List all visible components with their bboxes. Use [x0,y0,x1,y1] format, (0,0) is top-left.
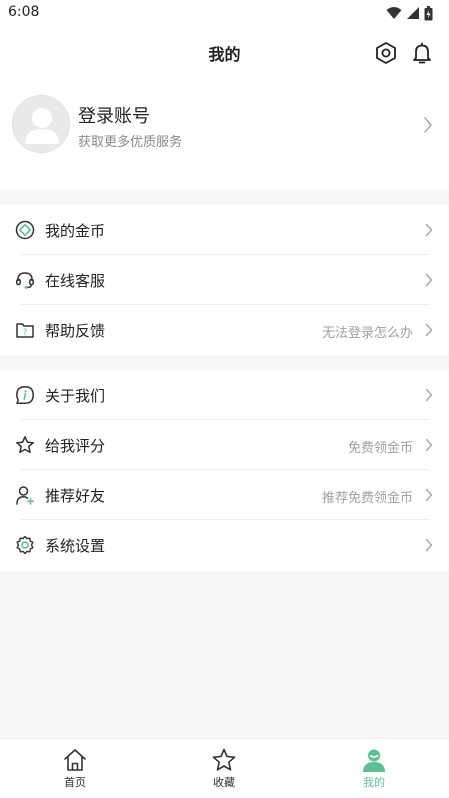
coin-icon [14,219,36,241]
login-profile-card[interactable]: 登录账号 获取更多优质服务 [0,80,449,190]
chevron-right-icon [424,117,432,133]
menu-item-label: 帮助反馈 [45,322,106,340]
menu-item-coins[interactable]: 我的金币 [0,205,449,255]
avatar [12,95,70,153]
tab-label: 首页 [64,776,86,789]
settings-button[interactable] [373,40,399,66]
svg-text:?: ? [23,328,28,338]
notification-button[interactable] [409,40,435,66]
tab-label: 我的 [363,776,385,789]
chevron-right-icon [425,388,433,402]
tab-favorites[interactable]: 收藏 [184,747,264,793]
login-account-title: 登录账号 [78,106,150,127]
headset-icon [14,269,36,291]
status-time: 6:08 [8,4,40,20]
chevron-right-icon [425,538,433,552]
home-icon [64,749,86,771]
chevron-right-icon [425,438,433,452]
bottom-tab-bar: 首页 收藏 我的 [0,738,449,798]
info-icon [14,384,36,406]
menu-group-wallet: 我的金币 在线客服 ? 帮助反馈 无法登录怎么办 [0,205,449,355]
chevron-right-icon [425,488,433,502]
star-icon [212,748,236,771]
menu-item-settings[interactable]: 系统设置 [0,520,449,570]
menu-item-label: 推荐好友 [45,487,106,505]
menu-group-general: 关于我们 给我评分 免费领金币 推荐好友 推荐免费领金币 系统设置 [0,370,449,570]
star-icon [14,434,36,456]
menu-item-feedback[interactable]: ? 帮助反馈 无法登录怎么办 [0,305,449,355]
status-icons [386,5,433,21]
gear-icon [14,534,36,556]
menu-item-label: 系统设置 [45,537,106,555]
tab-me[interactable]: 我的 [334,747,414,793]
menu-item-label: 在线客服 [45,272,106,290]
app-header: 我的 [0,26,449,80]
signal-icon [407,7,419,19]
person-icon [363,749,385,772]
default-avatar-icon [25,108,59,144]
menu-item-about[interactable]: 关于我们 [0,370,449,420]
add-user-icon [14,484,36,506]
battery-icon [424,5,433,20]
menu-item-support[interactable]: 在线客服 [0,255,449,305]
chevron-right-icon [425,323,433,337]
menu-item-hint: 无法登录怎么办 [321,326,413,341]
tab-label: 收藏 [213,776,235,789]
wifi-icon [386,7,402,19]
chevron-right-icon [425,273,433,287]
menu-item-rate[interactable]: 给我评分 免费领金币 [0,420,449,470]
menu-item-hint: 推荐免费领金币 [321,491,413,506]
login-account-subtitle: 获取更多优质服务 [78,135,183,150]
help-folder-icon: ? [14,319,36,341]
menu-item-hint: 免费领金币 [347,441,413,456]
tab-home[interactable]: 首页 [35,747,115,793]
settings-hex-icon [376,42,396,64]
menu-item-refer[interactable]: 推荐好友 推荐免费领金币 [0,470,449,520]
chevron-right-icon [425,223,433,237]
menu-item-label: 关于我们 [45,387,106,405]
bell-icon [413,42,431,64]
menu-item-label: 给我评分 [45,437,106,455]
menu-item-label: 我的金币 [45,222,106,240]
status-bar: 6:08 [0,0,449,26]
